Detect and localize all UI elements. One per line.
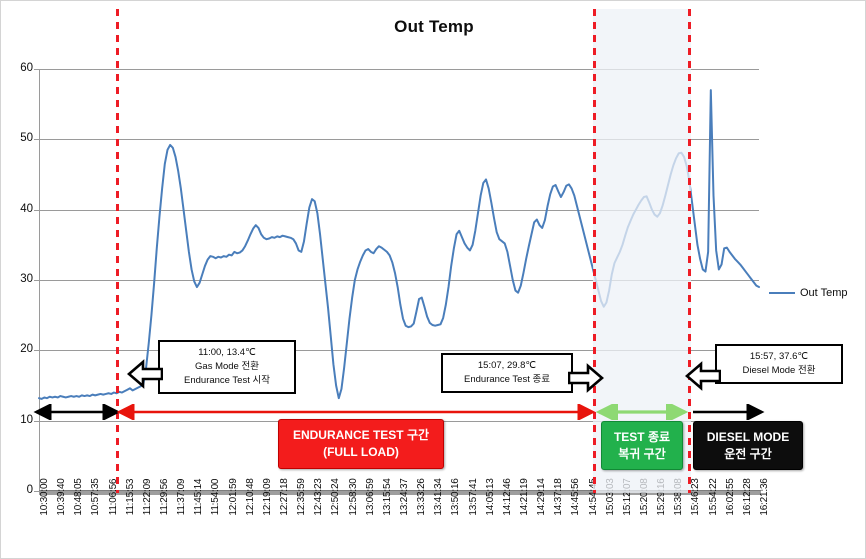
- region-label-endurance: ENDURANCE TEST 구간 (FULL LOAD): [278, 419, 444, 469]
- x-tick-label: 15:46:23: [690, 478, 702, 516]
- x-tick-label: 13:06:59: [364, 478, 376, 516]
- callout-gas-mode: 11:00, 13.4℃ Gas Mode 전환 Endurance Test …: [158, 340, 296, 394]
- x-tick-label: 11:06:56: [107, 478, 119, 516]
- y-tick-label: 50: [20, 132, 33, 145]
- x-tick-label: 12:50:24: [330, 478, 342, 516]
- y-tick-label: 60: [20, 62, 33, 74]
- x-tick-label: 15:29:16: [656, 478, 668, 516]
- x-tick-label: 14:45:56: [570, 478, 582, 516]
- x-tick-label: 15:12:07: [621, 478, 633, 516]
- x-tick-label: 16:02:55: [724, 478, 736, 516]
- callout-gas-mode-line-3: Endurance Test 시작: [184, 375, 270, 386]
- y-tick-label: 30: [20, 273, 33, 285]
- region-endurance-line-1: ENDURANCE TEST 구간: [292, 428, 430, 442]
- x-tick-label: 12:19:09: [261, 478, 273, 516]
- callout-endurance-end-line-2: Endurance Test 종료: [464, 374, 550, 385]
- x-tick-label: 10:39:40: [56, 478, 68, 516]
- region-label-return: TEST 종료 복귀 구간: [601, 421, 683, 470]
- x-tick-label: 11:22:09: [141, 478, 153, 516]
- x-tick-label: 15:20:08: [639, 478, 650, 516]
- x-tick-label: 13:41:34: [433, 478, 445, 516]
- chart-legend: Out Temp: [769, 287, 848, 299]
- span-arrow-return: [595, 404, 689, 420]
- callout-arrow-endurance-end: [568, 363, 604, 393]
- x-tick-label: 13:24:37: [399, 478, 410, 516]
- x-tick-label: 11:37:09: [176, 478, 188, 516]
- chart-container: Out Temp 0 10 20 30 40 50 60 10:30:00 10:39:40 1…: [0, 0, 866, 559]
- x-tick-label: 12:58:30: [347, 478, 359, 516]
- x-tick-label: 14:21:19: [519, 478, 530, 516]
- region-endurance-line-2: (FULL LOAD): [323, 445, 399, 459]
- x-axis-ticks: 10:30:00 10:39:40 10:48:05 10:57:35 11:06:56…: [39, 478, 770, 557]
- x-tick-label: 14:37:18: [553, 478, 565, 516]
- y-tick-label: 40: [20, 202, 33, 215]
- x-tick-label: 13:57:41: [467, 478, 479, 516]
- span-arrow-diesel: [693, 404, 765, 420]
- x-tick-label: 13:50:16: [450, 478, 462, 516]
- chart-title: Out Temp: [394, 17, 474, 36]
- x-tick-label: 10:30:00: [39, 478, 50, 516]
- x-tick-label: 14:54:45: [587, 478, 599, 516]
- x-tick-label: 14:12:46: [501, 478, 513, 516]
- callout-arrow-gas-mode: [127, 359, 163, 389]
- x-tick-label: 12:01:59: [227, 478, 239, 516]
- x-tick-label: 12:10:48: [244, 478, 256, 516]
- x-tick-label: 10:48:05: [73, 478, 85, 516]
- x-tick-label: 11:29:56: [159, 478, 170, 516]
- x-tick-label: 15:54:22: [707, 478, 719, 516]
- x-tick-label: 14:29:14: [536, 478, 548, 516]
- region-return-line-2: 복귀 구간: [618, 446, 666, 461]
- x-tick-label: 14:05:13: [484, 478, 496, 516]
- x-tick-label: 11:45:14: [193, 478, 205, 516]
- x-tick-label: 13:33:26: [416, 478, 428, 516]
- span-arrow-endurance: [116, 404, 596, 420]
- callout-gas-mode-line-1: 11:00, 13.4℃: [198, 347, 256, 358]
- x-tick-label: 11:15:53: [124, 478, 136, 516]
- span-arrow-warmup: [33, 404, 121, 420]
- region-label-diesel: DIESEL MODE 운전 구간: [693, 421, 803, 470]
- x-tick-label: 12:27:18: [279, 478, 290, 516]
- marker-line-diesel-mode: [688, 9, 691, 493]
- callout-endurance-end: 15:07, 29.8℃ Endurance Test 종료: [441, 353, 573, 393]
- x-tick-label: 12:35:59: [296, 478, 308, 516]
- y-tick-label: 0: [26, 484, 33, 496]
- region-diesel-line-2: 운전 구간: [724, 446, 772, 461]
- x-tick-label: 15:03:03: [604, 478, 616, 516]
- callout-diesel-mode-line-1: 15:57, 37.6℃: [749, 351, 809, 362]
- legend-swatch-out-temp: [769, 291, 795, 295]
- x-tick-label: 15:38:08: [673, 478, 685, 516]
- callout-diesel-mode: 15:57, 37.6℃ Diesel Mode 전환: [715, 344, 843, 384]
- x-tick-label: 13:15:54: [381, 478, 393, 516]
- region-diesel-line-1: DIESEL MODE: [706, 429, 790, 444]
- y-tick-label: 20: [20, 343, 33, 356]
- callout-diesel-mode-line-2: Diesel Mode 전환: [742, 365, 816, 376]
- callout-arrow-diesel-mode: [685, 361, 721, 391]
- x-tick-label: 11:54:00: [210, 478, 222, 516]
- x-tick-label: 16:21:36: [759, 478, 770, 516]
- x-tick-label: 16:12:28: [741, 478, 753, 516]
- callout-endurance-end-line-1: 15:07, 29.8℃: [477, 360, 537, 371]
- marker-line-gas-mode: [116, 9, 119, 493]
- legend-label-out-temp: Out Temp: [800, 287, 848, 299]
- region-return-line-1: TEST 종료: [613, 429, 671, 444]
- marker-line-endurance-end: [593, 9, 596, 493]
- callout-gas-mode-line-2: Gas Mode 전환: [195, 361, 259, 372]
- x-tick-label: 12:43:23: [313, 478, 325, 516]
- y-tick-label: 10: [20, 413, 33, 426]
- x-tick-label: 10:57:35: [90, 478, 102, 516]
